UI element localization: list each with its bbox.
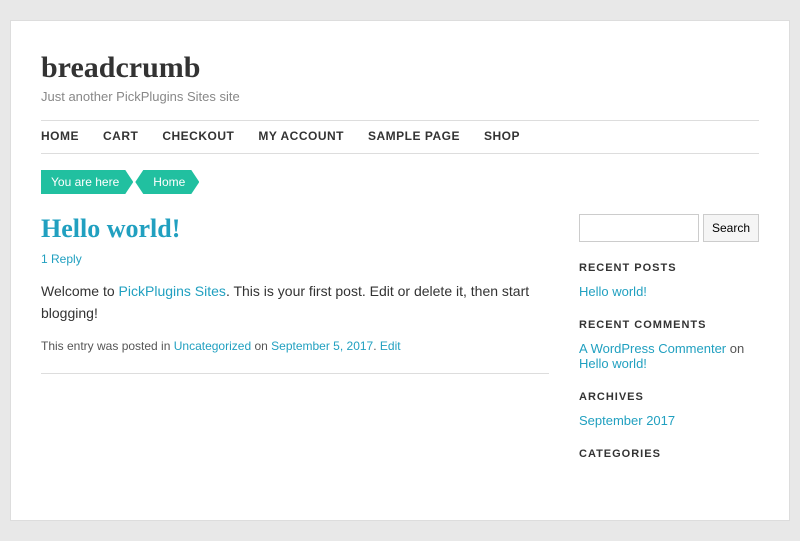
category-link[interactable]: Uncategorized <box>174 339 251 353</box>
nav-link-myaccount[interactable]: MY ACCOUNT <box>258 129 344 143</box>
content-area: Hello world! 1 Reply Welcome to PickPlug… <box>41 214 759 480</box>
post-title: Hello world! <box>41 214 549 244</box>
edit-link[interactable]: Edit <box>380 339 401 353</box>
nav-item-checkout[interactable]: CHECKOUT <box>162 129 234 145</box>
nav-link-shop[interactable]: SHOP <box>484 129 520 143</box>
post-divider <box>41 373 549 374</box>
post-body: Welcome to PickPlugins Sites. This is yo… <box>41 280 549 325</box>
categories-title: CATEGORIES <box>579 448 759 460</box>
search-button[interactable]: Search <box>703 214 759 242</box>
pickplugins-link[interactable]: PickPlugins Sites <box>119 283 226 299</box>
recent-post-link-0[interactable]: Hello world! <box>579 284 759 299</box>
recent-comments-title: RECENT COMMENTS <box>579 319 759 331</box>
archives-section: ARCHIVES September 2017 <box>579 391 759 428</box>
nav-item-home[interactable]: HOME <box>41 129 79 145</box>
site-header: breadcrumb Just another PickPlugins Site… <box>41 51 759 104</box>
reply-link[interactable]: 1 Reply <box>41 252 82 266</box>
breadcrumb: You are here Home <box>41 170 759 194</box>
site-title: breadcrumb <box>41 51 759 85</box>
recent-comments-section: RECENT COMMENTS A WordPress Commenter on… <box>579 319 759 371</box>
nav-list: HOME CART CHECKOUT MY ACCOUNT SAMPLE PAG… <box>41 129 759 145</box>
search-widget: Search <box>579 214 759 242</box>
breadcrumb-home-label: Home <box>135 170 199 194</box>
commenter-link[interactable]: A WordPress Commenter <box>579 341 726 356</box>
main-content: Hello world! 1 Reply Welcome to PickPlug… <box>41 214 549 480</box>
categories-section: CATEGORIES <box>579 448 759 460</box>
date-link[interactable]: September 5, 2017 <box>271 339 373 353</box>
comment-on-text: on <box>726 341 744 356</box>
recent-posts-title: RECENT POSTS <box>579 262 759 274</box>
recent-comment-entry: A WordPress Commenter on Hello world! <box>579 341 759 371</box>
nav-item-myaccount[interactable]: MY ACCOUNT <box>258 129 344 145</box>
nav-link-home[interactable]: HOME <box>41 129 79 143</box>
site-tagline: Just another PickPlugins Sites site <box>41 89 759 104</box>
breadcrumb-you-are-here-label: You are here <box>41 170 133 194</box>
post-body-start: Welcome to <box>41 283 119 299</box>
post-footer-prefix: This entry was posted in <box>41 339 174 353</box>
sidebar: Search RECENT POSTS Hello world! RECENT … <box>579 214 759 480</box>
post-footer-on: on <box>251 339 271 353</box>
post-footer-sep: . <box>373 339 380 353</box>
page-wrapper: breadcrumb Just another PickPlugins Site… <box>10 20 790 521</box>
post-reply-count: 1 Reply <box>41 252 549 266</box>
comment-post-link[interactable]: Hello world! <box>579 356 647 371</box>
recent-posts-section: RECENT POSTS Hello world! <box>579 262 759 299</box>
archive-link-0[interactable]: September 2017 <box>579 413 759 428</box>
post-footer: This entry was posted in Uncategorized o… <box>41 339 549 353</box>
nav-item-shop[interactable]: SHOP <box>484 129 520 145</box>
nav-bar: HOME CART CHECKOUT MY ACCOUNT SAMPLE PAG… <box>41 120 759 154</box>
archives-title: ARCHIVES <box>579 391 759 403</box>
nav-link-samplepage[interactable]: SAMPLE PAGE <box>368 129 460 143</box>
search-input[interactable] <box>579 214 699 242</box>
nav-item-cart[interactable]: CART <box>103 129 138 145</box>
nav-link-checkout[interactable]: CHECKOUT <box>162 129 234 143</box>
nav-item-samplepage[interactable]: SAMPLE PAGE <box>368 129 460 145</box>
nav-link-cart[interactable]: CART <box>103 129 138 143</box>
